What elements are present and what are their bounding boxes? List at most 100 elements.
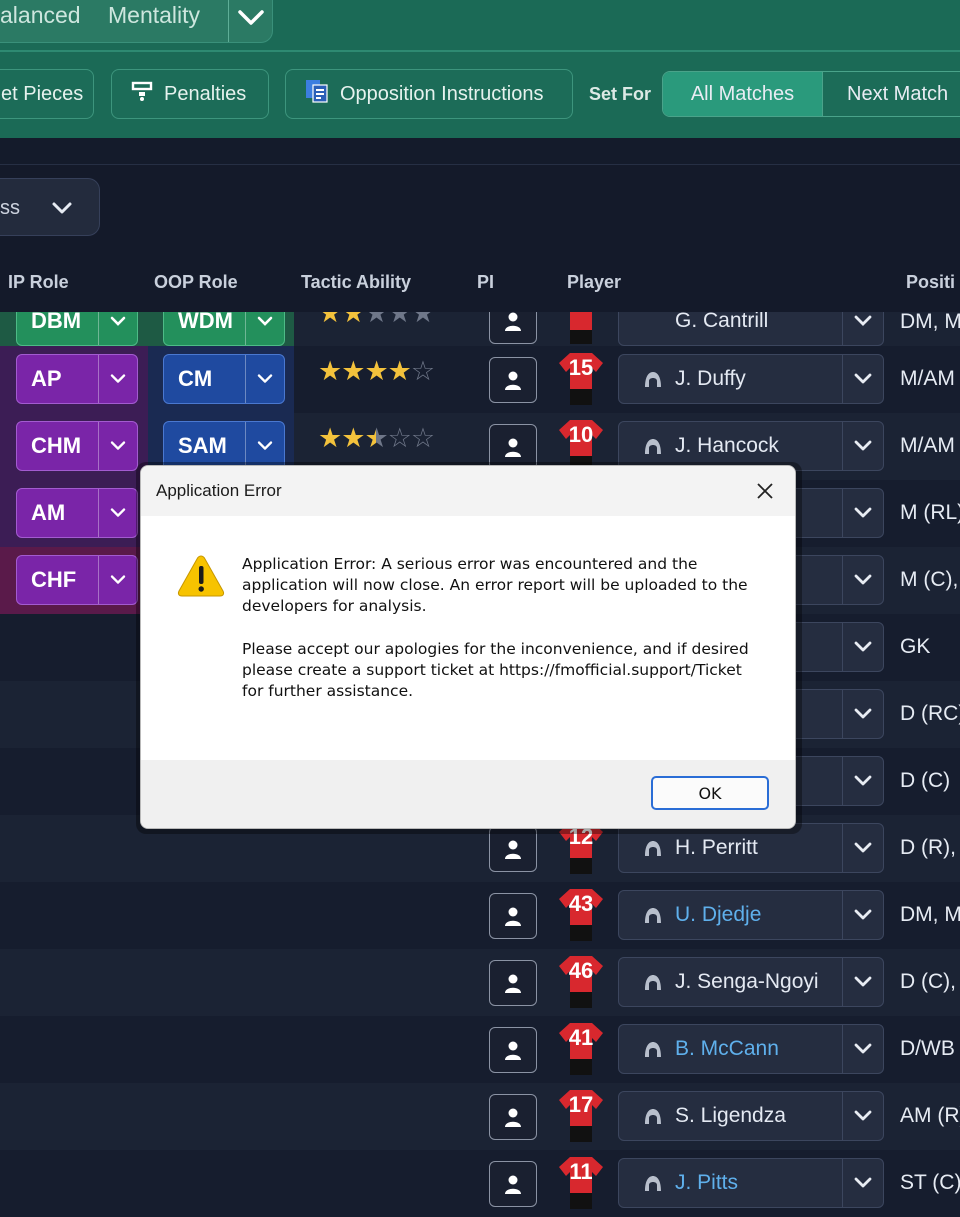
chevron-down-icon [842,958,883,1006]
player-name: J. Pitts [675,1171,739,1194]
shirt-icon: 46 [556,954,606,1010]
player-silhouette-icon [643,839,675,857]
table-row-partial[interactable]: DBM WDM ★★★★★ G. Cantrill DM, M [0,312,960,346]
person-icon [505,312,521,331]
ability-stars: ★★★★★ [318,312,435,328]
col-pi[interactable]: PI [477,272,494,293]
opposition-instructions-button[interactable]: Opposition Instructions [285,69,573,119]
mentality-value: alanced [0,2,81,28]
player-position: M/AM [900,367,955,390]
ip-role-label: CHM [31,433,82,458]
pi-button[interactable] [489,312,537,344]
ip-role-label: CHF [31,567,77,592]
player-name: G. Cantrill [675,312,769,332]
oop-role-label: WDM [178,312,233,333]
person-icon [505,1041,521,1060]
next-match-option[interactable]: Next Match [822,72,960,116]
chevron-down-icon [98,355,137,403]
penalties-label: Penalties [164,82,247,105]
player-name: B. McCann [675,1037,779,1060]
person-icon [505,371,521,390]
player-silhouette-icon [643,1174,675,1192]
chevron-down-icon [842,1092,883,1140]
chevron-down-icon [245,355,284,403]
player-position: M/AM [900,434,955,457]
chevron-down-icon [842,355,883,403]
player-silhouette-icon [643,370,675,388]
opposition-report-icon [304,78,330,110]
table-row[interactable]: 11 J. Pitts ST (C) [0,1150,960,1217]
person-icon [505,438,521,457]
oop-role-select[interactable]: WDM [163,312,285,346]
table-row[interactable]: 41 B. McCann D/WB [0,1016,960,1083]
all-matches-option[interactable]: All Matches [663,72,822,116]
person-icon [505,1175,521,1194]
table-row[interactable]: AP CM ★★★★☆ 15 J. Duffy M/AM [0,346,960,413]
player-position: D (C), D [900,970,960,993]
pi-button[interactable] [489,1027,537,1073]
table-row[interactable]: 43 U. Djedje DM, M [0,882,960,949]
mentality-selector[interactable]: alanced Mentality [0,0,273,43]
pi-button[interactable] [489,960,537,1006]
player-select[interactable]: U. Djedje [618,890,884,940]
chevron-down-icon [98,422,137,470]
close-icon[interactable] [747,476,783,506]
set-pieces-button[interactable]: et Pieces [0,69,94,119]
player-position: D (RC) [900,702,960,725]
shirt-icon: 11 [556,1155,606,1211]
chevron-down-icon [842,312,883,345]
person-icon [505,974,521,993]
dialog-footer: OK [141,760,795,828]
col-position[interactable]: Positi [906,272,955,293]
ip-role-select[interactable]: CHF [16,555,138,605]
player-select[interactable]: J. Senga-Ngoyi [618,957,884,1007]
ip-role-select[interactable]: AM [16,488,138,538]
chevron-down-icon [245,312,284,345]
set-pieces-label: et Pieces [1,82,84,105]
pi-button[interactable] [489,357,537,403]
player-position: GK [900,635,931,658]
table-row[interactable]: 46 J. Senga-Ngoyi D (C), D [0,949,960,1016]
error-message: Application Error: A serious error was e… [242,555,748,615]
ip-role-select[interactable]: AP [16,354,138,404]
apology-message: Please accept our apologies for the inco… [242,640,749,700]
view-filter-dropdown[interactable]: ss [0,178,100,236]
shirt-number: 17 [568,1092,594,1117]
view-filter-value: ss [0,197,20,219]
player-select[interactable]: S. Ligendza [618,1091,884,1141]
chevron-down-icon [842,824,883,872]
col-oop-role[interactable]: OOP Role [154,272,238,293]
oop-role-label: CM [178,366,213,391]
player-name: S. Ligendza [675,1104,786,1127]
col-tactic-ability[interactable]: Tactic Ability [301,272,411,293]
ip-role-select[interactable]: CHM [16,421,138,471]
player-name: U. Djedje [675,903,762,926]
player-select[interactable]: G. Cantrill [618,312,884,346]
chevron-down-icon[interactable] [228,0,273,42]
chevron-down-icon [842,422,883,470]
shirt-number: 10 [568,422,594,447]
ok-button[interactable]: OK [651,776,769,810]
pi-button[interactable] [489,1094,537,1140]
pi-button[interactable] [489,1161,537,1207]
oop-role-select[interactable]: CM [163,354,285,404]
player-position: M (RL) [900,501,960,524]
table-row[interactable]: 17 S. Ligendza AM (R) [0,1083,960,1150]
pi-button[interactable] [489,893,537,939]
chevron-down-icon [842,489,883,537]
dialog-titlebar: Application Error [141,466,795,516]
ip-role-label: AM [31,500,66,525]
player-select[interactable]: J. Pitts [618,1158,884,1208]
player-select[interactable]: B. McCann [618,1024,884,1074]
col-player[interactable]: Player [567,272,621,293]
shirt-number: 43 [568,891,594,916]
penalties-button[interactable]: Penalties [111,69,269,119]
player-position: DM, M [900,312,960,333]
set-for-toggle[interactable]: All Matches Next Match [662,71,960,117]
player-position: D/WB [900,1037,955,1060]
player-select[interactable]: J. Duffy [618,354,884,404]
chevron-down-icon [842,623,883,671]
ip-role-select[interactable]: DBM [16,312,138,346]
col-ip-role[interactable]: IP Role [8,272,69,293]
player-name: H. Perritt [675,836,758,859]
